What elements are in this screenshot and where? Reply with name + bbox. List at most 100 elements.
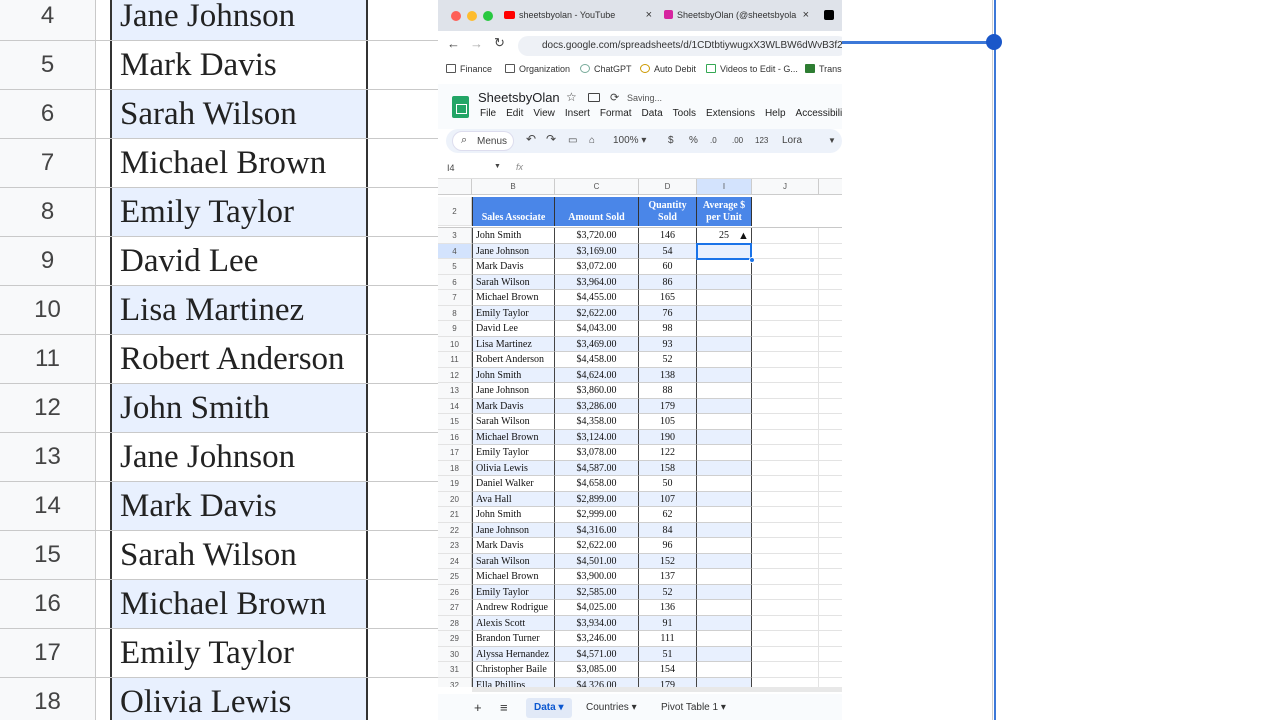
close-tab-icon[interactable]: × bbox=[803, 6, 809, 25]
bookmark-auto-debit[interactable]: Auto Debit bbox=[640, 63, 696, 76]
header-amount-sold[interactable]: Amount Sold bbox=[555, 197, 639, 226]
row-header[interactable]: 3 bbox=[438, 228, 472, 244]
row-header[interactable]: 26 bbox=[438, 584, 472, 600]
row-header[interactable]: 11 bbox=[438, 352, 472, 368]
cell-sales-associate[interactable]: Jane Johnson bbox=[472, 243, 555, 259]
sheet-tab-pivot[interactable]: Pivot Table 1 ▾ bbox=[653, 698, 734, 718]
cell-quantity-sold[interactable]: 179 bbox=[639, 398, 697, 414]
row-header[interactable]: 25 bbox=[438, 569, 472, 585]
cell-empty[interactable] bbox=[819, 522, 842, 538]
cell-quantity-sold[interactable]: 93 bbox=[639, 336, 697, 352]
maximize-window-button[interactable] bbox=[483, 11, 493, 21]
cell-average-per-unit[interactable] bbox=[697, 476, 752, 492]
cell-empty[interactable] bbox=[819, 600, 842, 616]
cell-quantity-sold[interactable]: 179 bbox=[639, 677, 697, 687]
cell-average-per-unit[interactable] bbox=[697, 631, 752, 647]
cell-empty[interactable] bbox=[819, 290, 842, 306]
cell-sales-associate[interactable]: Christopher Baile bbox=[472, 662, 555, 678]
percent-button[interactable]: % bbox=[689, 135, 698, 146]
cell-sales-associate[interactable]: John Smith bbox=[472, 507, 555, 523]
cell-sales-associate[interactable]: Jane Johnson bbox=[472, 522, 555, 538]
cell-quantity-sold[interactable]: 76 bbox=[639, 305, 697, 321]
row-header[interactable]: 24 bbox=[438, 553, 472, 569]
row-header[interactable]: 5 bbox=[438, 259, 472, 275]
menu-edit[interactable]: Edit bbox=[506, 108, 523, 119]
cell-quantity-sold[interactable]: 60 bbox=[639, 259, 697, 275]
cell-empty[interactable] bbox=[752, 259, 819, 275]
cell-sales-associate[interactable]: John Smith bbox=[472, 367, 555, 383]
menu-accessibility[interactable]: Accessibili bbox=[796, 108, 842, 119]
row-header[interactable]: 32 bbox=[438, 677, 472, 687]
cell-empty[interactable] bbox=[752, 336, 819, 352]
cell-empty[interactable] bbox=[752, 677, 819, 687]
cell-average-per-unit[interactable] bbox=[697, 615, 752, 631]
undo-icon[interactable]: ↶ bbox=[526, 132, 536, 146]
all-sheets-icon[interactable]: ≡ bbox=[492, 698, 516, 718]
sheet-tab-countries[interactable]: Countries ▾ bbox=[578, 698, 645, 718]
star-icon[interactable]: ☆ bbox=[566, 90, 577, 104]
cell-amount-sold[interactable]: $3,934.00 bbox=[555, 615, 639, 631]
cell-empty[interactable] bbox=[819, 367, 842, 383]
reload-icon[interactable]: ↻ bbox=[494, 35, 505, 51]
row-header[interactable]: 31 bbox=[438, 662, 472, 678]
cell-empty[interactable] bbox=[752, 584, 819, 600]
print-icon[interactable]: ▭ bbox=[568, 135, 577, 146]
cell-sales-associate[interactable]: John Smith bbox=[472, 228, 555, 244]
cell-empty[interactable] bbox=[752, 569, 819, 585]
cell-empty[interactable] bbox=[819, 677, 842, 687]
cell-empty[interactable] bbox=[819, 445, 842, 461]
cell-amount-sold[interactable]: $4,316.00 bbox=[555, 522, 639, 538]
cell-average-per-unit[interactable] bbox=[697, 491, 752, 507]
cell-average-per-unit[interactable] bbox=[697, 445, 752, 461]
add-sheet-icon[interactable]: + bbox=[466, 698, 490, 718]
cell-empty[interactable] bbox=[819, 305, 842, 321]
close-window-button[interactable] bbox=[451, 11, 461, 21]
cell-empty[interactable] bbox=[752, 429, 819, 445]
cell-empty[interactable] bbox=[752, 445, 819, 461]
cell-quantity-sold[interactable]: 136 bbox=[639, 600, 697, 616]
cell-sales-associate[interactable]: Robert Anderson bbox=[472, 352, 555, 368]
column-header[interactable]: B bbox=[472, 179, 555, 195]
header-sales-associate[interactable]: Sales Associate bbox=[472, 197, 555, 226]
cell-average-per-unit[interactable] bbox=[697, 321, 752, 337]
cell-amount-sold[interactable]: $4,043.00 bbox=[555, 321, 639, 337]
cell-quantity-sold[interactable]: 98 bbox=[639, 321, 697, 337]
cell-sales-associate[interactable]: Emily Taylor bbox=[472, 584, 555, 600]
zoom-select[interactable]: 100% ▾ bbox=[613, 135, 646, 146]
name-box[interactable]: I4 bbox=[447, 163, 455, 173]
bookmark-organization[interactable]: Organization bbox=[505, 63, 570, 76]
bookmark-transi[interactable]: Transi bbox=[805, 63, 842, 76]
cell-empty[interactable] bbox=[819, 584, 842, 600]
header-average-per-unit[interactable]: Average $ per Unit bbox=[697, 197, 752, 226]
cell-average-per-unit[interactable] bbox=[697, 662, 752, 678]
cell-sales-associate[interactable]: Andrew Rodrigue bbox=[472, 600, 555, 616]
sheet-tab-data[interactable]: Data ▾ bbox=[526, 698, 572, 718]
paint-format-icon[interactable]: ⌂ bbox=[589, 135, 595, 146]
cell-average-per-unit[interactable] bbox=[697, 290, 752, 306]
cell-sales-associate[interactable]: Olivia Lewis bbox=[472, 460, 555, 476]
cell-quantity-sold[interactable]: 146 bbox=[639, 228, 697, 244]
cell-empty[interactable] bbox=[752, 538, 819, 554]
cell-quantity-sold[interactable]: 152 bbox=[639, 553, 697, 569]
column-header[interactable]: I bbox=[697, 179, 752, 195]
cell-empty[interactable] bbox=[819, 398, 842, 414]
cell-quantity-sold[interactable]: 86 bbox=[639, 274, 697, 290]
cell-empty[interactable] bbox=[752, 243, 819, 259]
cell-sales-associate[interactable]: Sarah Wilson bbox=[472, 553, 555, 569]
row-header[interactable]: 23 bbox=[438, 538, 472, 554]
cell-quantity-sold[interactable]: 165 bbox=[639, 290, 697, 306]
cell-sales-associate[interactable]: Sarah Wilson bbox=[472, 414, 555, 430]
cell-empty[interactable] bbox=[819, 274, 842, 290]
header-quantity-sold[interactable]: Quantity Sold bbox=[639, 197, 697, 226]
cell-sales-associate[interactable]: Mark Davis bbox=[472, 538, 555, 554]
cell-average-per-unit[interactable] bbox=[697, 600, 752, 616]
menu-view[interactable]: View bbox=[533, 108, 555, 119]
horizontal-scrollbar[interactable] bbox=[472, 687, 842, 692]
menu-tools[interactable]: Tools bbox=[673, 108, 696, 119]
cell-average-per-unit[interactable] bbox=[697, 414, 752, 430]
row-header[interactable]: 8 bbox=[438, 305, 472, 321]
cell-average-per-unit[interactable] bbox=[697, 507, 752, 523]
cell-sales-associate[interactable]: Ella Phillips bbox=[472, 677, 555, 687]
cell-sales-associate[interactable]: Daniel Walker bbox=[472, 476, 555, 492]
cell-empty[interactable] bbox=[752, 600, 819, 616]
